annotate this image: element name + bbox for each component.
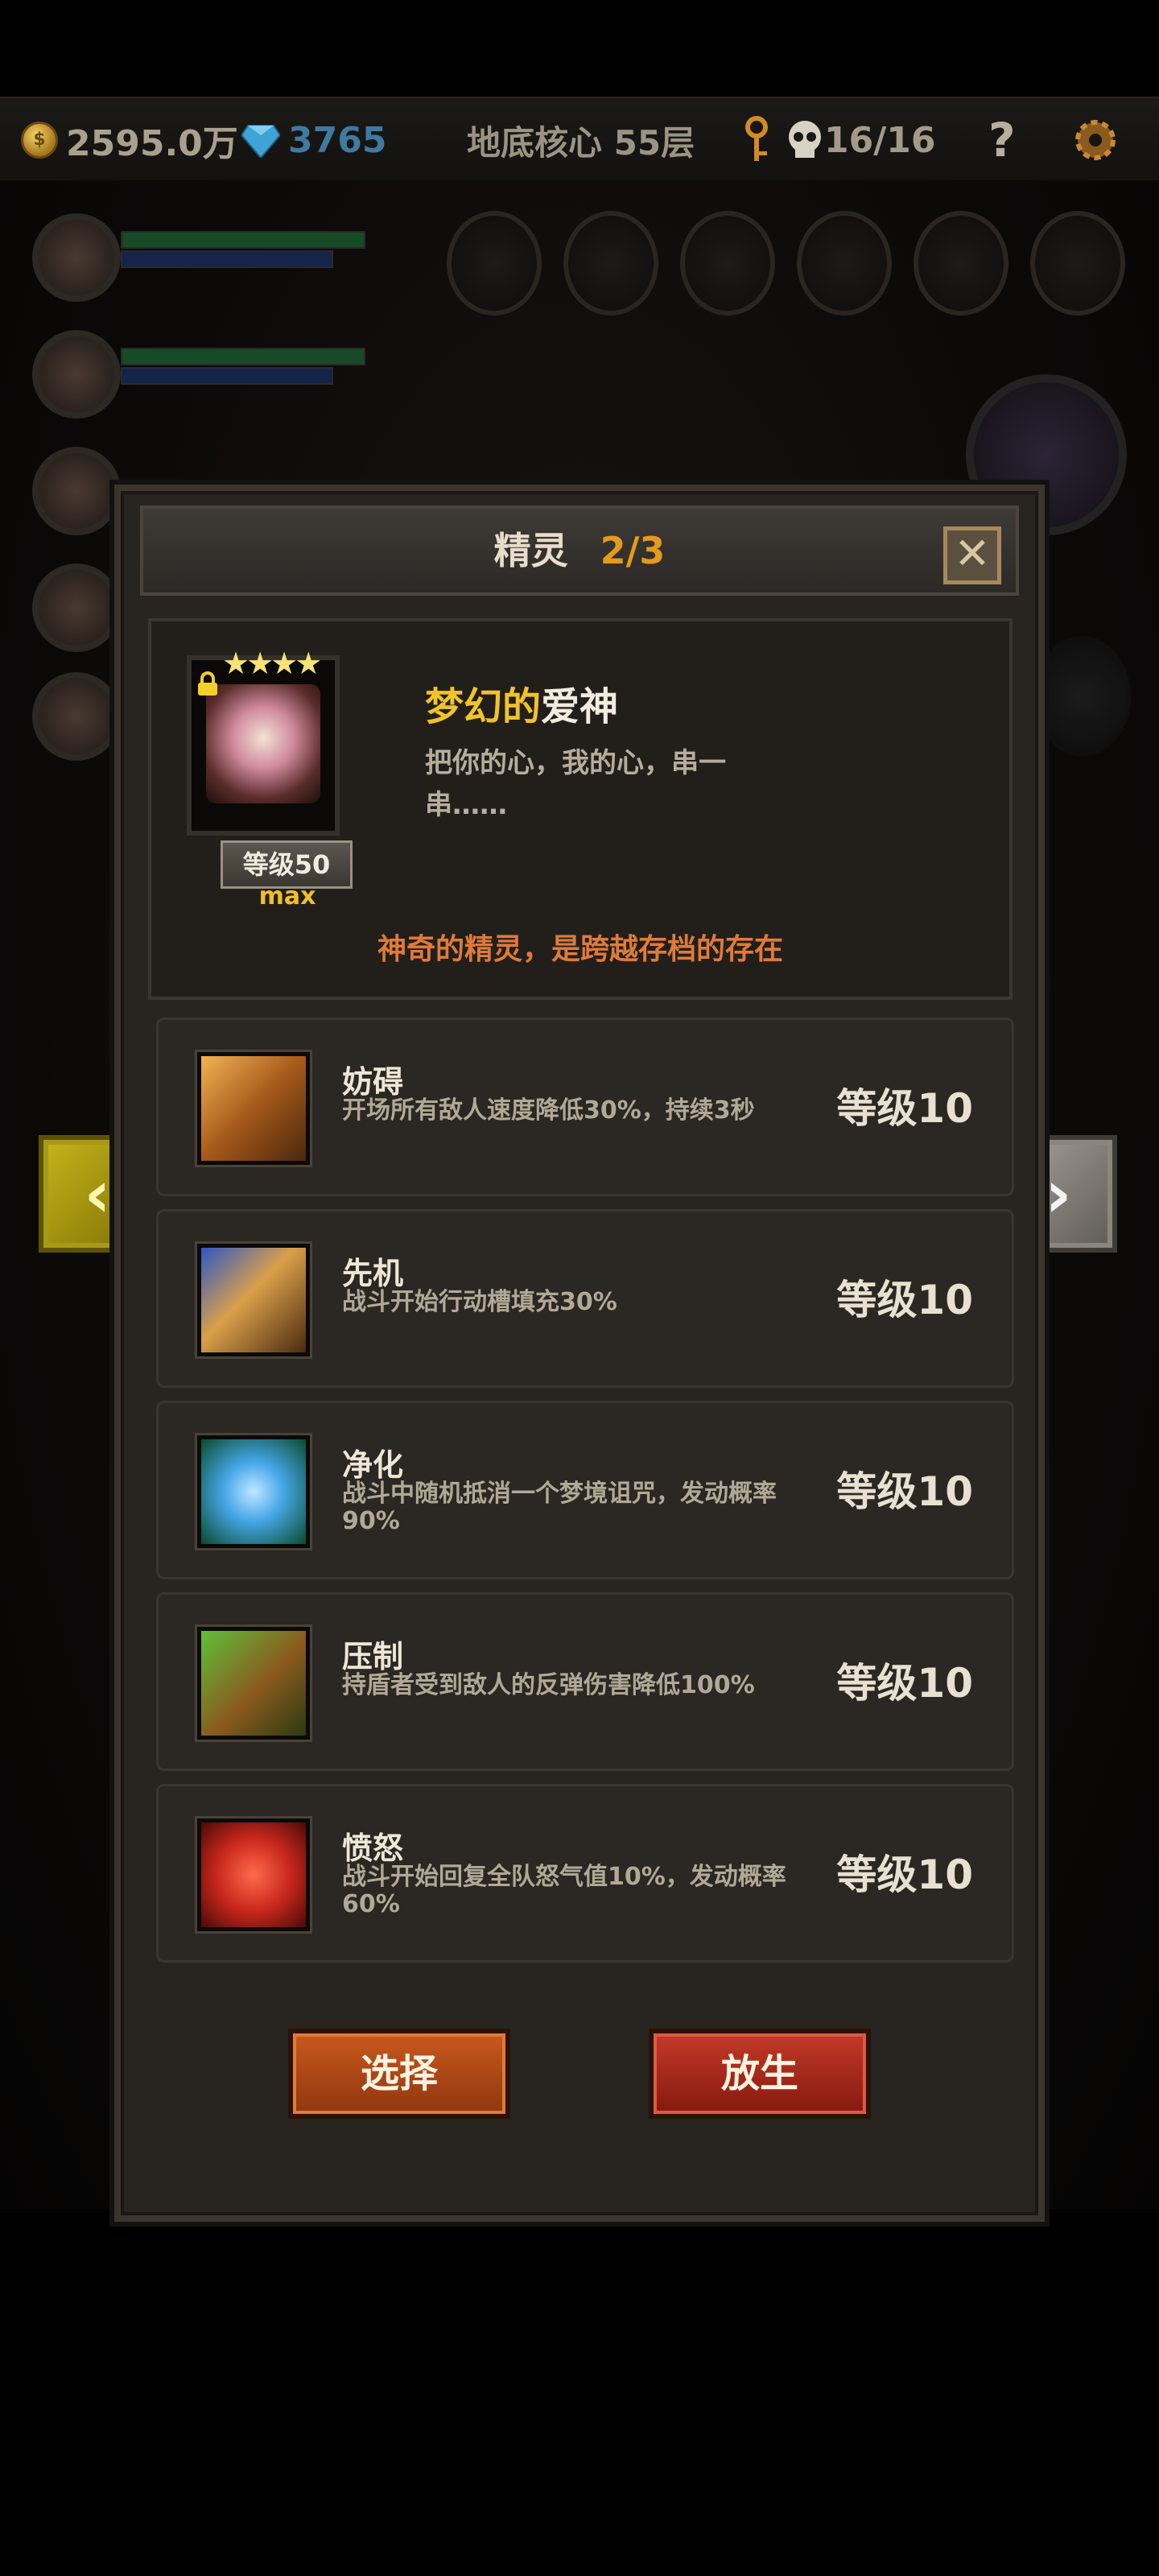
max-label: max	[258, 882, 316, 910]
gem-amount: 3765	[288, 119, 387, 161]
equipment-slot	[914, 211, 1008, 316]
skill-name: 愤怒	[342, 1831, 404, 1866]
equipment-slot	[563, 211, 658, 316]
key-icon	[740, 116, 773, 164]
skill-description: 持盾者受到敌人的反弹伤害降低100%	[342, 1671, 755, 1699]
skill-row[interactable]: 先机 战斗开始行动槽填充30% 等级10	[156, 1209, 1014, 1388]
hero-portrait	[32, 330, 121, 419]
skill-row[interactable]: 妨碍 开场所有敌人速度降低30%，持续3秒 等级10	[156, 1018, 1014, 1196]
top-hud: $ 2595.0万 3765 地底核心 55层 16/16 ?	[0, 97, 1159, 184]
equipment-slot	[797, 211, 892, 316]
dialog-title-text: 精灵	[493, 529, 568, 572]
skill-row[interactable]: 净化 战斗中随机抵消一个梦境诅咒，发动概率90% 等级10	[156, 1401, 1014, 1579]
hero-mp-bar	[121, 250, 333, 268]
floor-label: 地底核心 55层	[467, 122, 695, 163]
hero-mp-bar	[121, 367, 333, 385]
gold-amount: 2595.0万	[66, 123, 238, 164]
spirit-tagline: 神奇的精灵，是跨越存档的存在	[377, 933, 783, 966]
spirit-info-panel: ★★★★ 等级50 max 梦幻的爱神 把你的心，我的心，串一串…… 神奇的精灵…	[148, 618, 1013, 1000]
spirit-name-prefix: 梦幻的	[425, 684, 542, 729]
gem-counter: 3765	[241, 116, 386, 164]
skill-description: 战斗中随机抵消一个梦境诅咒，发动概率90%	[342, 1480, 777, 1535]
skill-description: 战斗开始行动槽填充30%	[342, 1288, 617, 1316]
star-rating: ★★★★	[222, 646, 322, 681]
dialog-title: 精灵 2/3	[143, 509, 1016, 592]
skill-level: 等级10	[836, 1277, 973, 1323]
skill-row[interactable]: 压制 持盾者受到敌人的反弹伤害降低100% 等级10	[156, 1592, 1014, 1771]
skill-name: 妨碍	[342, 1064, 404, 1100]
hero-portrait	[32, 564, 121, 652]
chain-boot-icon	[197, 1052, 310, 1165]
settings-gear-icon[interactable]	[1070, 116, 1120, 164]
blue-flower-icon	[197, 1435, 310, 1548]
skill-description: 开场所有敌人速度降低30%，持续3秒	[342, 1096, 755, 1125]
gold-counter: $ 2595.0万	[21, 116, 238, 164]
leopard-icon	[197, 1244, 310, 1356]
lock-icon	[198, 671, 217, 696]
spirit-name: 梦幻的爱神	[425, 675, 618, 731]
skill-name: 先机	[342, 1256, 404, 1291]
skull-counter: 16/16	[786, 116, 936, 164]
skill-name: 压制	[342, 1639, 404, 1674]
dialog-header: 精灵 2/3 ✕	[140, 506, 1019, 596]
spirit-page-count: 2/3	[600, 529, 666, 572]
spirit-name-suffix: 爱神	[541, 684, 619, 729]
coin-icon: $	[21, 122, 58, 159]
hero-slot-1	[24, 213, 365, 310]
skull-icon	[789, 121, 821, 158]
equipment-slot	[1030, 211, 1125, 316]
skill-description: 战斗开始回复全队怒气值10%，发动概率60%	[342, 1863, 786, 1918]
help-button[interactable]: ?	[988, 113, 1016, 167]
dark-creature-background	[1034, 636, 1131, 757]
skull-count: 16/16	[824, 119, 936, 161]
red-beast-icon	[197, 1818, 310, 1931]
hero-hp-bar	[121, 348, 365, 365]
hero-portrait	[32, 447, 121, 535]
select-button[interactable]: 选择	[288, 2029, 510, 2119]
skill-level: 等级10	[836, 1852, 973, 1898]
skill-name: 净化	[342, 1447, 404, 1483]
skill-level: 等级10	[836, 1085, 973, 1132]
spirit-card[interactable]	[187, 655, 340, 836]
skill-level: 等级10	[836, 1660, 973, 1707]
hero-slot-2	[24, 330, 365, 427]
close-button[interactable]: ✕	[943, 526, 1001, 584]
spirit-dialog: 精灵 2/3 ✕ ★★★★ 等级50 max 梦幻的爱神 把你的心，我的心，串一串…	[114, 485, 1045, 2222]
diamond-icon	[241, 125, 280, 158]
hero-hp-bar	[121, 231, 365, 249]
cupid-spirit-image	[206, 684, 320, 803]
skill-row[interactable]: 愤怒 战斗开始回复全队怒气值10%，发动概率60% 等级10	[156, 1784, 1014, 1963]
beast-claw-icon	[197, 1627, 310, 1740]
spirit-level-badge: 等级50	[221, 840, 353, 889]
equipment-slot	[680, 211, 775, 316]
hero-portrait	[32, 213, 121, 302]
release-button[interactable]: 放生	[649, 2029, 871, 2119]
skill-level: 等级10	[836, 1468, 973, 1515]
equipment-slot	[447, 211, 542, 316]
hero-portrait	[32, 672, 121, 761]
spirit-description: 把你的心，我的心，串一串……	[425, 747, 726, 821]
